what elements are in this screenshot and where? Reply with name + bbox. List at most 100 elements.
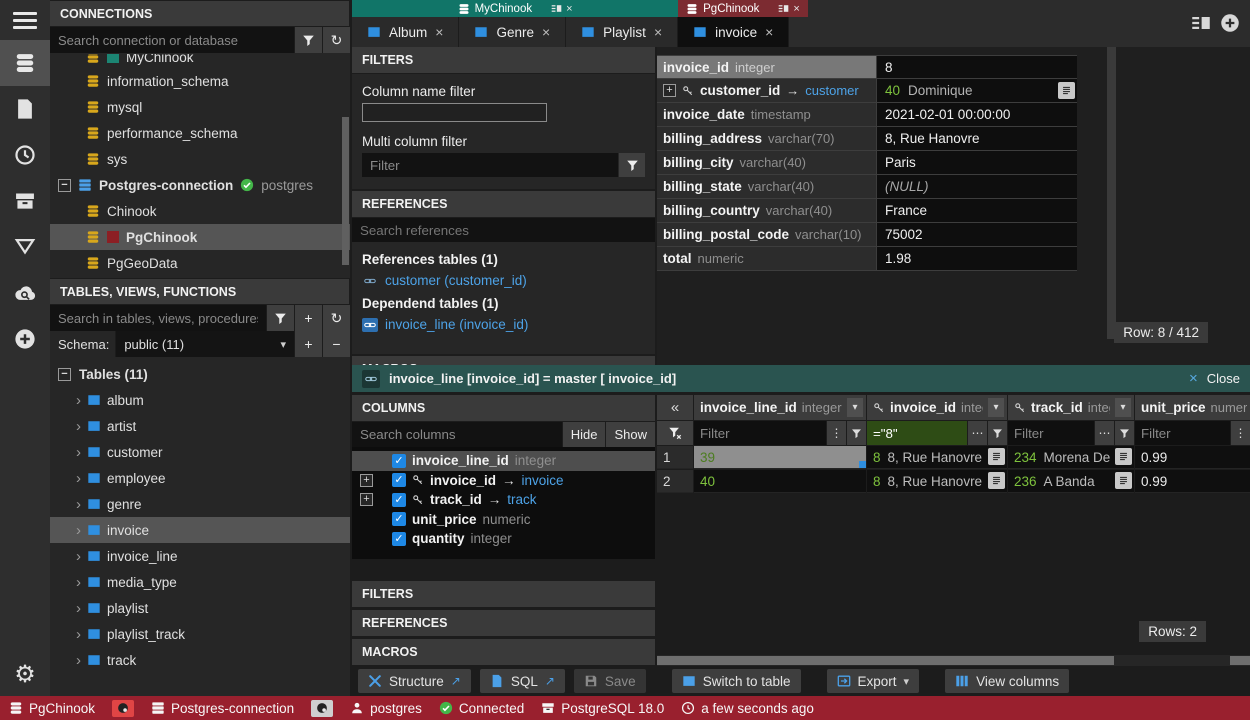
multi-column-filter-button[interactable] (619, 153, 645, 177)
filter-input-unit-price[interactable] (1135, 421, 1230, 445)
filters-header[interactable]: FILTERS (352, 47, 655, 74)
checkbox-checked[interactable]: ✓ (392, 532, 406, 546)
sidebar-item-query-designer[interactable] (0, 224, 50, 270)
split-icon[interactable] (551, 3, 562, 14)
filter-apply-button[interactable] (1115, 421, 1134, 445)
schema-add-button[interactable]: + (295, 331, 322, 357)
open-document-button[interactable] (988, 448, 1005, 465)
table-item-playlist[interactable]: ›playlist (50, 595, 350, 621)
table-item-customer[interactable]: ›customer (50, 439, 350, 465)
close-icon[interactable]: × (566, 3, 572, 15)
connection-color-button[interactable] (311, 700, 333, 717)
save-button[interactable]: Save (574, 669, 646, 693)
view-columns-button[interactable]: View columns (945, 669, 1069, 693)
sidebar-item-archive[interactable] (0, 178, 50, 224)
field-name-cell[interactable]: billing_statevarchar(40) (657, 175, 877, 198)
close-icon[interactable]: × (435, 24, 443, 40)
show-button[interactable]: Show (606, 422, 655, 447)
status-connection[interactable]: Postgres-connection (151, 701, 294, 716)
row-number-cell[interactable]: 1 (657, 446, 693, 469)
fk-table-link[interactable]: track (507, 492, 536, 507)
column-menu-button[interactable]: ▾ (847, 398, 863, 417)
cell-invoice-id[interactable]: 88, Rue Hanovre (867, 446, 1007, 469)
connections-filter-button[interactable] (295, 27, 322, 53)
reference-link-customer[interactable]: customer (customer_id) (362, 273, 645, 288)
scrollbar-corner[interactable] (1230, 656, 1250, 665)
cell-invoice-line-id[interactable]: 40 (694, 470, 866, 493)
table-item-playlist-track[interactable]: ›playlist_track (50, 621, 350, 647)
tables-panel-header[interactable]: TABLES, VIEWS, FUNCTIONS (50, 278, 350, 305)
open-document-button[interactable] (1115, 448, 1132, 465)
form-row[interactable]: totalnumeric 1.98 (657, 247, 1077, 271)
table-item-album[interactable]: ›album (50, 387, 350, 413)
field-value-cell[interactable]: (NULL) (877, 175, 1077, 198)
field-name-cell[interactable]: billing_countryvarchar(40) (657, 199, 877, 222)
checkbox-checked[interactable]: ✓ (392, 493, 406, 507)
tab-genre[interactable]: Genre× (459, 17, 566, 47)
column-item-track-id[interactable]: + ✓ track_id → track (352, 490, 655, 510)
column-menu-button[interactable]: ▾ (1115, 398, 1131, 417)
field-value-cell[interactable]: 75002 (877, 223, 1077, 246)
checkbox-checked[interactable]: ✓ (392, 512, 406, 526)
sidebar-item-cloud-search[interactable] (0, 270, 50, 316)
checkbox-checked[interactable]: ✓ (392, 454, 406, 468)
connection-item-mychinook-db[interactable]: MyChinook (50, 54, 194, 68)
field-value-cell[interactable]: 2021-02-01 00:00:00 (877, 103, 1077, 126)
cell-unit-price[interactable]: 0.99 (1135, 470, 1250, 493)
form-row[interactable]: billing_addressvarchar(70) 8, Rue Hanovr… (657, 127, 1077, 151)
collapse-box[interactable]: − (58, 179, 71, 192)
schema-select[interactable]: public (11) ▾ (116, 331, 294, 357)
field-name-cell[interactable]: + customer_id → customer (657, 79, 877, 102)
close-icon[interactable]: × (1189, 370, 1198, 387)
collapse-box[interactable]: − (58, 368, 71, 381)
reference-link-invoice-line[interactable]: invoice_line (invoice_id) (362, 317, 645, 332)
status-database[interactable]: PgChinook (9, 701, 95, 716)
db-item-sys[interactable]: sys (50, 146, 350, 172)
open-document-button[interactable] (988, 472, 1005, 489)
collapse-columns-button[interactable]: « (657, 395, 693, 420)
table-item-invoice-line[interactable]: ›invoice_line (50, 543, 350, 569)
form-row[interactable]: invoice_datetimestamp 2021-02-01 00:00:0… (657, 103, 1077, 127)
field-name-cell[interactable]: billing_addressvarchar(70) (657, 127, 877, 150)
sidebar-item-database[interactable] (0, 40, 50, 86)
fk-table-link[interactable]: customer (805, 83, 858, 98)
tree-group-tables[interactable]: − Tables (11) (50, 361, 350, 387)
references-search-input[interactable] (352, 218, 655, 242)
column-item-quantity[interactable]: ✓ quantity integer (352, 529, 655, 549)
split-view-icon[interactable] (1191, 13, 1211, 33)
db-item-mysql[interactable]: mysql (50, 94, 350, 120)
expand-box[interactable]: + (360, 474, 373, 487)
expand-box[interactable]: + (360, 493, 373, 506)
split-icon[interactable] (778, 3, 789, 14)
column-item-invoice-line-id[interactable]: ✓ invoice_line_id integer (352, 451, 655, 471)
field-value-cell[interactable]: 8, Rue Hanovre (877, 127, 1077, 150)
filter-menu-button[interactable]: ⋮ (1231, 421, 1250, 445)
db-item-performance-schema[interactable]: performance_schema (50, 120, 350, 146)
filter-menu-button[interactable]: ⋯ (968, 421, 987, 445)
tables-add-button[interactable]: + (295, 305, 322, 331)
tables-filter-button[interactable] (267, 305, 294, 331)
structure-button[interactable]: Structure↗ (358, 669, 471, 693)
close-button[interactable]: Close (1207, 371, 1240, 386)
references-header[interactable]: REFERENCES (352, 191, 655, 218)
close-icon[interactable]: × (654, 24, 662, 40)
column-name-filter-input[interactable] (362, 103, 547, 122)
filter-apply-button[interactable] (988, 421, 1007, 445)
tab-group-header-pgchinook[interactable]: PgChinook × (678, 0, 808, 17)
field-name-cell[interactable]: invoice_idinteger (657, 56, 877, 78)
table-item-media-type[interactable]: ›media_type (50, 569, 350, 595)
tables-search-input[interactable] (50, 305, 266, 331)
field-name-cell[interactable]: totalnumeric (657, 247, 877, 270)
filter-apply-button[interactable] (847, 421, 866, 445)
column-item-invoice-id[interactable]: + ✓ invoice_id → invoice (352, 471, 655, 491)
column-item-unit-price[interactable]: ✓ unit_price numeric (352, 510, 655, 530)
tab-invoice[interactable]: invoice× (678, 17, 789, 47)
switch-to-table-button[interactable]: Switch to table (672, 669, 801, 693)
filter-menu-button[interactable]: ⋮ (827, 421, 846, 445)
db-item-chinook[interactable]: Chinook (50, 198, 350, 224)
export-button[interactable]: Export▾ (827, 669, 920, 693)
column-menu-button[interactable]: ▾ (988, 398, 1004, 417)
cell-track-id[interactable]: 234Morena De (1008, 446, 1134, 469)
open-document-button[interactable] (1115, 472, 1132, 489)
db-item-pgchinook[interactable]: PgChinook (50, 224, 350, 250)
